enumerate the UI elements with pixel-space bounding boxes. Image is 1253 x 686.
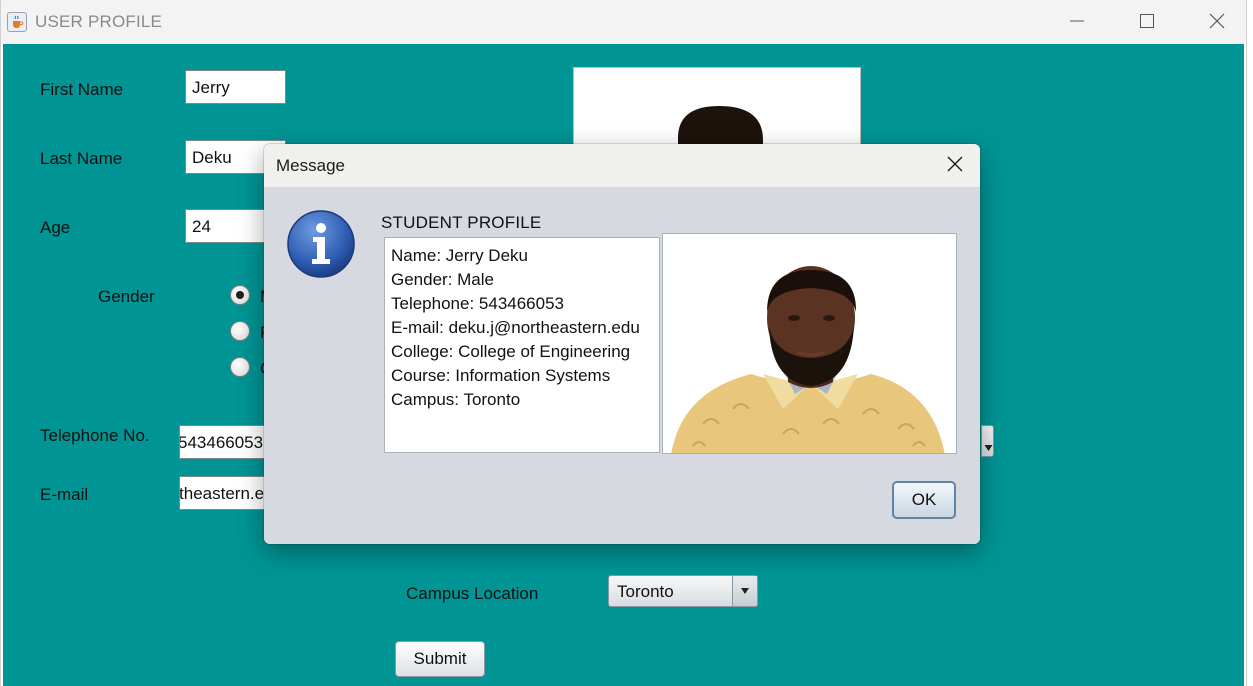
program-combo-edge[interactable] [981, 425, 994, 457]
information-icon [286, 209, 356, 284]
profile-line-gender: Gender: Male [391, 270, 494, 289]
first-name-field[interactable]: Jerry [185, 70, 286, 104]
dialog-close-button[interactable] [936, 148, 974, 184]
maximize-button[interactable] [1124, 6, 1170, 40]
profile-line-campus: Campus: Toronto [391, 390, 521, 409]
submit-button[interactable]: Submit [395, 641, 485, 677]
java-cup-icon [7, 12, 27, 32]
chevron-down-icon [732, 576, 757, 606]
gender-radio-female[interactable] [230, 321, 250, 341]
profile-line-course: Course: Information Systems [391, 366, 611, 385]
profile-line-name: Name: Jerry Deku [391, 246, 528, 265]
gender-label: Gender [98, 287, 155, 306]
student-profile-text-area[interactable]: Name: Jerry Deku Gender: Male Telephone:… [384, 237, 660, 453]
last-name-label: Last Name [40, 149, 123, 168]
first-name-label: First Name [40, 80, 124, 99]
minimize-icon [1069, 13, 1085, 34]
minimize-button[interactable] [1054, 6, 1100, 40]
gender-radio-male[interactable] [230, 285, 250, 305]
ok-button[interactable]: OK [892, 481, 956, 519]
chevron-down-icon [984, 437, 993, 457]
profile-line-college: College: College of Engineering [391, 342, 631, 361]
profile-line-email: E-mail: deku.j@northeastern.edu [391, 318, 640, 337]
dialog-heading: STUDENT PROFILE [381, 213, 542, 232]
window-close-button[interactable] [1194, 6, 1240, 40]
dialog-title: Message [276, 156, 345, 175]
close-icon [947, 156, 963, 177]
window-titlebar[interactable]: USER PROFILE [1, 0, 1246, 44]
close-icon [1209, 13, 1225, 34]
message-dialog: Message STUDENT PROFILE Name: Jerry Deku… [264, 144, 980, 544]
profile-line-telephone: Telephone: 543466053 [391, 294, 564, 313]
campus-location-label: Campus Location [406, 584, 539, 603]
email-label: E-mail [40, 485, 89, 504]
campus-selected-value: Toronto [617, 582, 674, 601]
window-title: USER PROFILE [35, 12, 163, 31]
telephone-label: Telephone No. [40, 426, 150, 445]
dialog-titlebar[interactable]: Message [264, 144, 980, 187]
campus-location-combo[interactable]: Toronto [608, 575, 758, 607]
age-label: Age [40, 218, 71, 237]
gender-radio-other[interactable] [230, 357, 250, 377]
dialog-body: STUDENT PROFILE Name: Jerry Deku Gender:… [264, 187, 980, 544]
student-photo [662, 233, 957, 454]
maximize-icon [1139, 13, 1155, 34]
